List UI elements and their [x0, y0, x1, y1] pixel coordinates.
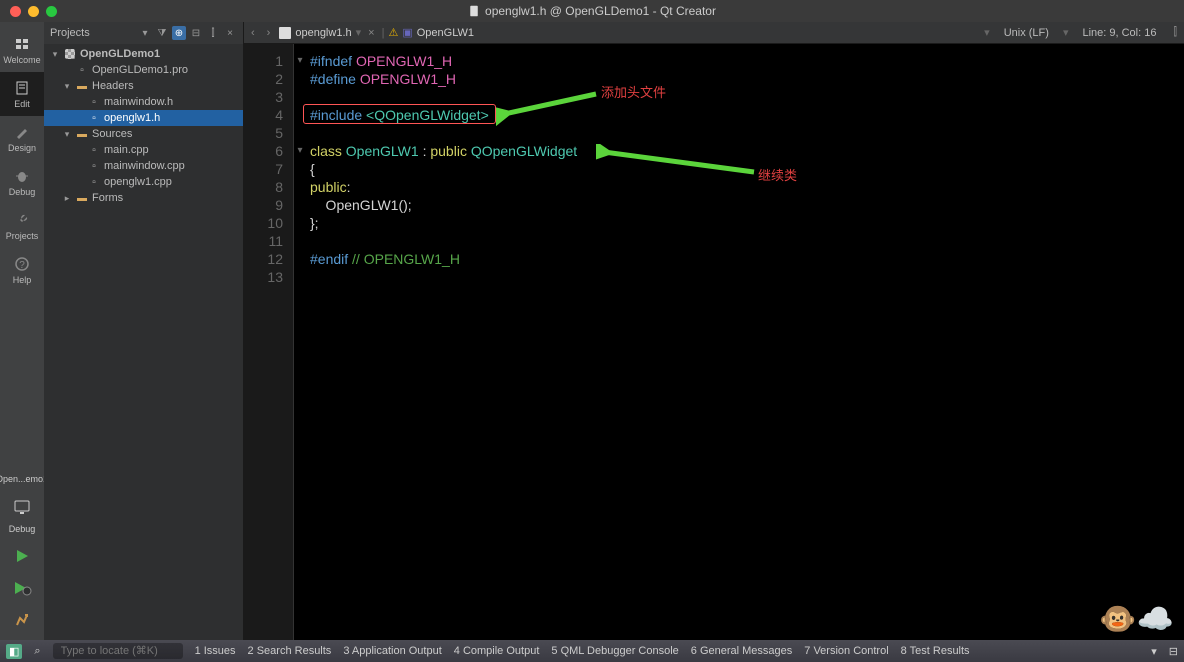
search-icon: ⌕: [34, 645, 40, 658]
cpp-file-icon: ▫: [88, 144, 100, 156]
tree-pro-file[interactable]: ▫OpenGLDemo1.pro: [44, 62, 243, 78]
cursor-position[interactable]: Line: 9, Col: 16: [1074, 27, 1164, 39]
cpp-file-icon: ▫: [88, 160, 100, 172]
status-bar: ◧ ⌕ 1 Issues 2 Search Results 3 Applicat…: [0, 640, 1184, 662]
project-tree: ▾OpenGLDemo1 ▫OpenGLDemo1.pro ▾▬Headers …: [44, 44, 243, 640]
cpp-file-icon: ▫: [88, 176, 100, 188]
chevron-down-icon[interactable]: ▾: [1151, 645, 1157, 658]
fold-column: ▾ ▾: [294, 44, 306, 640]
link-icon[interactable]: ⊕: [172, 26, 186, 40]
design-icon: [13, 123, 31, 141]
status-tab-vcs[interactable]: 7 Version Control: [804, 645, 888, 657]
kit-selector[interactable]: [0, 492, 44, 520]
code-editor[interactable]: 1 2 3 4 5 6 7 8 9 10 11 12 13 ▾ ▾ #ifnde…: [244, 44, 1184, 640]
window-title: openglw1.h @ OpenGLDemo1 - Qt Creator: [485, 4, 716, 18]
status-tab-app-output[interactable]: 3 Application Output: [343, 645, 441, 657]
sidebar-toggle-icon[interactable]: ◧: [6, 644, 22, 659]
mode-bar: Welcome Edit Design Debug Projects ? Hel…: [0, 22, 44, 640]
tree-file-selected[interactable]: ▫openglw1.h: [44, 110, 243, 126]
tree-sources-folder[interactable]: ▾▬Sources: [44, 126, 243, 142]
wrench-icon: [13, 211, 31, 229]
file-icon: ▫: [76, 64, 88, 76]
mode-help[interactable]: ? Help: [0, 248, 44, 292]
titlebar: openglw1.h @ OpenGLDemo1 - Qt Creator: [0, 0, 1184, 22]
annotation-add-header: 添加头文件: [601, 84, 666, 102]
status-tab-search[interactable]: 2 Search Results: [248, 645, 332, 657]
h-file-icon: [279, 27, 291, 39]
nav-back-icon[interactable]: ‹: [248, 27, 258, 39]
h-file-icon: ▫: [88, 112, 100, 124]
close-tab-icon[interactable]: ×: [365, 27, 377, 39]
close-window-icon[interactable]: [10, 6, 21, 17]
status-tab-compile[interactable]: 4 Compile Output: [454, 645, 540, 657]
split-editor-icon[interactable]: ⫿: [1170, 26, 1180, 39]
mode-debug[interactable]: Debug: [0, 160, 44, 204]
editor-symbol[interactable]: OpenGLW1: [417, 27, 474, 39]
sync-icon[interactable]: ⊟: [189, 26, 203, 40]
build-button[interactable]: [0, 606, 44, 634]
tree-headers-folder[interactable]: ▾▬Headers: [44, 78, 243, 94]
file-icon: [468, 5, 480, 17]
status-tab-qml[interactable]: 5 QML Debugger Console: [551, 645, 678, 657]
warning-icon: ⚠: [388, 26, 398, 39]
status-tab-tests[interactable]: 8 Test Results: [901, 645, 970, 657]
sidebar-title[interactable]: Projects: [50, 27, 90, 39]
run-debug-button[interactable]: [0, 574, 44, 602]
config-label: Debug: [9, 524, 36, 534]
run-button[interactable]: [0, 542, 44, 570]
home-icon: [13, 35, 31, 53]
editor-area: ‹ › openglw1.h ▾ × | ⚠ ▣ OpenGLW1 ▾ Unix…: [244, 22, 1184, 640]
tree-file[interactable]: ▫main.cpp: [44, 142, 243, 158]
maximize-window-icon[interactable]: [46, 6, 57, 17]
annotation-highlight-box: [303, 104, 496, 124]
tree-file[interactable]: ▫mainwindow.cpp: [44, 158, 243, 174]
chevron-down-icon[interactable]: ▾: [138, 26, 152, 40]
project-sidebar: Projects ▾ ⧩ ⊕ ⊟ ⫿ × ▾OpenGLDemo1 ▫OpenG…: [44, 22, 244, 640]
mode-edit[interactable]: Edit: [0, 72, 44, 116]
folder-icon: ▬: [76, 80, 88, 92]
bug-icon: [13, 167, 31, 185]
close-panel-icon[interactable]: ⊟: [1169, 645, 1178, 658]
tree-forms-folder[interactable]: ▸▬Forms: [44, 190, 243, 206]
nav-fwd-icon[interactable]: ›: [264, 27, 274, 39]
h-file-icon: ▫: [88, 96, 100, 108]
editor-toolbar: ‹ › openglw1.h ▾ × | ⚠ ▣ OpenGLW1 ▾ Unix…: [244, 22, 1184, 44]
editor-file-tab[interactable]: openglw1.h: [295, 27, 351, 39]
mode-welcome[interactable]: Welcome: [0, 28, 44, 72]
status-tab-issues[interactable]: 1 Issues: [195, 645, 236, 657]
minimize-window-icon[interactable]: [28, 6, 39, 17]
svg-text:?: ?: [19, 260, 25, 271]
chevron-down-icon[interactable]: ▾: [356, 26, 362, 39]
tree-file[interactable]: ▫openglw1.cpp: [44, 174, 243, 190]
chevron-down-icon[interactable]: ▾: [984, 26, 990, 39]
close-icon[interactable]: ×: [223, 26, 237, 40]
locator-input[interactable]: [53, 643, 183, 659]
qt-project-icon: [64, 48, 76, 60]
filter-icon[interactable]: ⧩: [155, 26, 169, 40]
encoding-label[interactable]: Unix (LF): [996, 27, 1057, 39]
folder-icon: ▬: [76, 128, 88, 140]
tree-file[interactable]: ▫mainwindow.h: [44, 94, 243, 110]
edit-icon: [13, 79, 31, 97]
status-tab-messages[interactable]: 6 General Messages: [691, 645, 793, 657]
kit-label: Open...emo1: [0, 474, 48, 484]
tree-project-root[interactable]: ▾OpenGLDemo1: [44, 46, 243, 62]
chevron-down-icon[interactable]: ▾: [1063, 26, 1069, 39]
folder-icon: ▬: [76, 192, 88, 204]
annotation-inherit-class: 继续类: [758, 167, 797, 185]
code-content[interactable]: #ifndef OPENGLW1_H #define OPENGLW1_H #i…: [306, 44, 1184, 640]
split-icon[interactable]: ⫿: [206, 26, 220, 40]
mode-design[interactable]: Design: [0, 116, 44, 160]
help-icon: ?: [13, 255, 31, 273]
symbol-icon: ▣: [402, 26, 412, 39]
mode-projects[interactable]: Projects: [0, 204, 44, 248]
line-number-gutter: 1 2 3 4 5 6 7 8 9 10 11 12 13: [244, 44, 294, 640]
